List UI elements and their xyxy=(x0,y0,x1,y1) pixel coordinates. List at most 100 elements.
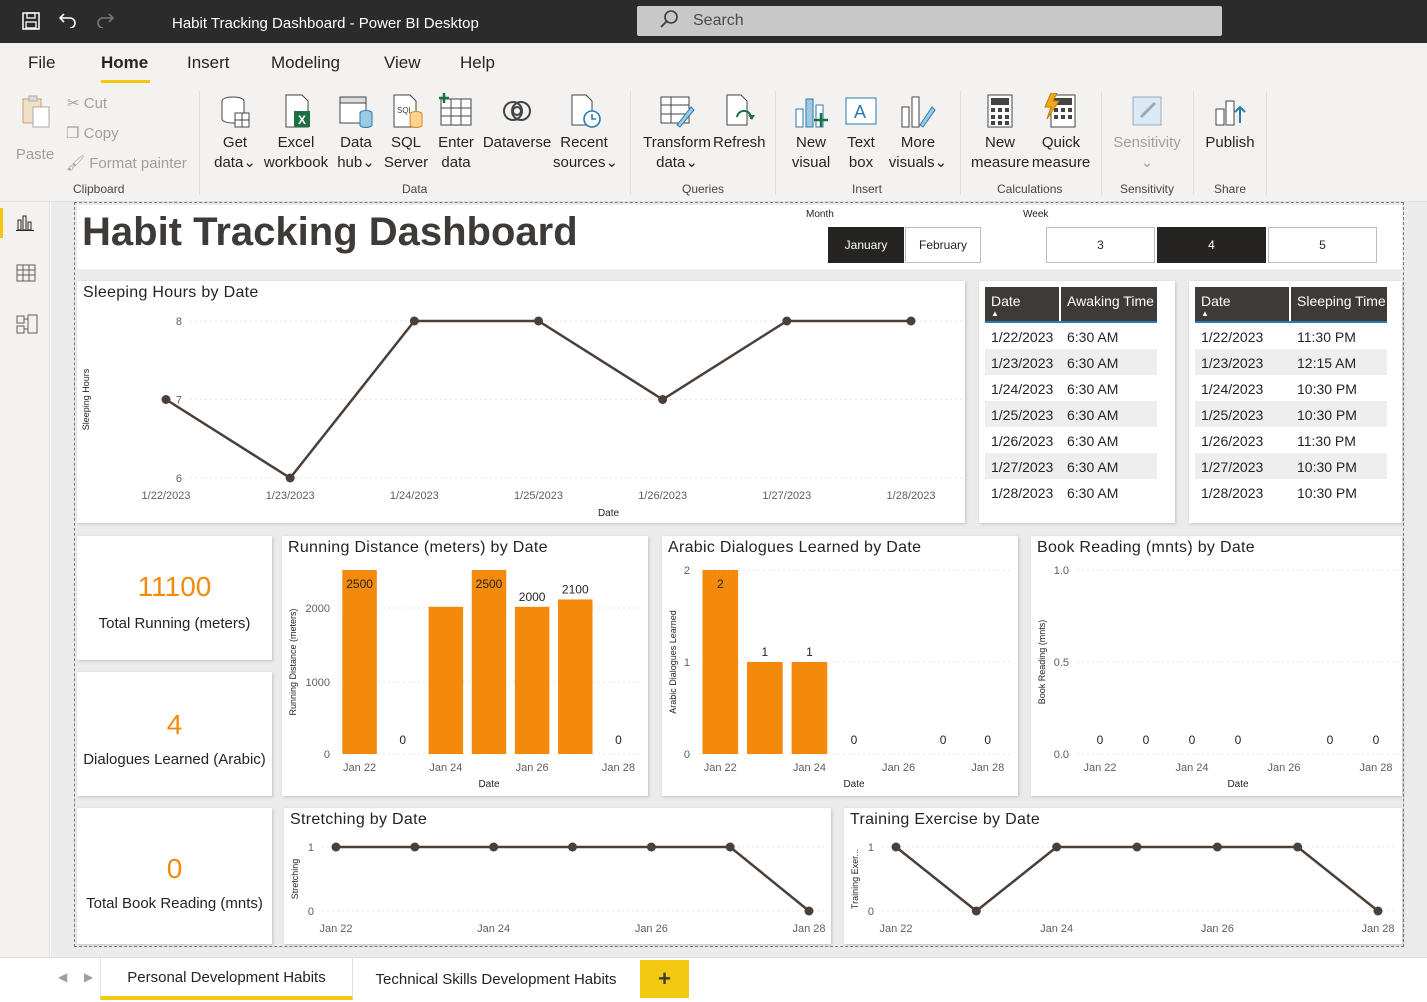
y-tick-label: 1 xyxy=(308,842,314,854)
sql-server-button[interactable]: SQL SQL Server xyxy=(383,93,429,173)
table-cell: 1/22/2023 xyxy=(991,329,1054,345)
publish-button[interactable]: Publish xyxy=(1203,93,1257,153)
table-header-cell[interactable]: Date ▲ xyxy=(985,287,1059,321)
data-hub-button[interactable]: Data hub⌄ xyxy=(334,93,378,173)
copy-button[interactable]: ❐ Copy xyxy=(66,124,119,142)
sleeping-hours-visual[interactable]: Sleeping Hours by Date 8 7 6 Sleeping Hours… xyxy=(77,281,965,523)
report-view-icon[interactable] xyxy=(16,214,34,237)
table-view-icon[interactable] xyxy=(16,264,36,287)
table-cell: 1/22/2023 xyxy=(1201,329,1264,345)
format-painter-button[interactable]: 🖌 Format painter xyxy=(66,154,187,172)
tab-view[interactable]: View xyxy=(384,53,421,73)
new-measure-button[interactable]: New measure xyxy=(971,93,1029,173)
table-header-cell[interactable]: Date ▲ xyxy=(1195,287,1289,321)
page-tab-personal[interactable]: Personal Development Habits xyxy=(100,958,353,1000)
sleeping-time-table[interactable]: Date ▲ Sleeping Time 1/22/2023 11:30 PM 1/23/… xyxy=(1189,281,1402,523)
month-option-february[interactable]: February xyxy=(905,227,981,263)
table-cell: 1/25/2023 xyxy=(991,407,1054,423)
quick-measure-button[interactable]: Quick measure xyxy=(1030,93,1092,173)
cut-button[interactable]: ✂ Cut xyxy=(67,94,107,112)
tab-file[interactable]: File xyxy=(28,53,55,73)
data-point xyxy=(534,316,543,326)
data-label: 0 xyxy=(1189,733,1196,747)
recent-sources-button[interactable]: Recent sources⌄ xyxy=(553,93,618,173)
chevron-down-icon: ⌄ xyxy=(362,154,375,171)
x-axis-label: Date xyxy=(478,779,500,790)
table-cell: 1/27/2023 xyxy=(991,459,1054,475)
undo-icon[interactable] xyxy=(58,10,78,33)
new-visual-button[interactable]: New visual xyxy=(789,93,833,173)
paste-button[interactable]: Paste xyxy=(12,93,58,163)
week-option-3[interactable]: 3 xyxy=(1046,227,1155,263)
ribbon: Paste ✂ Cut ❐ Copy 🖌 Format painter Clip… xyxy=(0,85,1427,202)
data-point xyxy=(725,842,735,852)
redo-icon[interactable] xyxy=(95,10,115,33)
sensitivity-icon xyxy=(1132,96,1162,126)
chevron-right-icon[interactable]: ▶ xyxy=(84,970,93,984)
week-option-4[interactable]: 4 xyxy=(1157,227,1266,263)
menu-bar: File Home Insert Modeling View Help xyxy=(0,43,1427,85)
data-point xyxy=(1052,842,1062,852)
running-distance-visual[interactable]: Running Distance (meters) by Date 2000 10… xyxy=(282,536,648,796)
data-label: 0 xyxy=(851,733,858,747)
sql-server-icon: SQL xyxy=(393,94,423,128)
table-grid-icon xyxy=(439,93,472,126)
add-page-button[interactable]: + xyxy=(640,960,689,998)
save-icon[interactable] xyxy=(22,12,40,35)
transform-line1: Transform xyxy=(643,134,711,151)
copy-label: Copy xyxy=(83,125,119,142)
transform-data-button[interactable]: Transform data⌄ xyxy=(642,93,712,173)
recent-line2: sources xyxy=(553,154,606,171)
running-distance-chart: 2000 1000 0 Running Distance (meters) Date Ja… xyxy=(288,570,640,790)
data-label: 0 xyxy=(1373,733,1380,747)
refresh-button[interactable]: Refresh xyxy=(713,93,766,153)
data-label: 2500 xyxy=(346,577,373,591)
window-title: Habit Tracking Dashboard - Power BI Desk… xyxy=(172,15,479,32)
chevron-down-icon: ⌄ xyxy=(934,154,948,171)
week-option-5[interactable]: 5 xyxy=(1268,227,1377,263)
get-data-button[interactable]: Get data⌄ xyxy=(212,93,258,173)
tab-help[interactable]: Help xyxy=(460,53,495,73)
kpi-total-running[interactable]: 11100 Total Running (meters) xyxy=(77,536,272,660)
series-line xyxy=(336,845,810,912)
dataverse-button[interactable]: Dataverse xyxy=(482,93,552,153)
tab-insert[interactable]: Insert xyxy=(187,53,230,73)
page-tab-technical[interactable]: Technical Skills Development Habits xyxy=(362,958,630,1000)
search-box[interactable]: Search xyxy=(637,6,1222,36)
bar xyxy=(791,662,828,754)
enter-data-button[interactable]: Enter data xyxy=(434,93,478,173)
series-line xyxy=(165,319,911,480)
refresh-icon xyxy=(726,94,755,126)
text-box-button[interactable]: A Text box xyxy=(839,93,883,173)
more-visuals-button[interactable]: More visuals⌄ xyxy=(886,93,950,173)
stretching-visual[interactable]: Stretching by Date 1 0 Stretching Jan 22 Jan… xyxy=(284,808,831,944)
month-option-january[interactable]: January xyxy=(828,227,904,263)
book-reading-visual[interactable]: Book Reading (mnts) by Date 1.0 0.5 0.0 Boo… xyxy=(1031,536,1402,796)
group-data: Data xyxy=(402,182,428,196)
transform-data-icon xyxy=(660,96,695,128)
model-view-icon[interactable] xyxy=(16,314,38,339)
data-point xyxy=(285,473,295,483)
table-header-cell[interactable]: Sleeping Time xyxy=(1291,287,1387,321)
svg-text:A: A xyxy=(854,102,866,122)
y-axis-label: Book Reading (mnts) xyxy=(1037,620,1047,705)
excel-workbook-button[interactable]: X Excel workbook xyxy=(262,93,330,173)
y-tick-label: 6 xyxy=(176,473,182,485)
text-box-icon: A xyxy=(845,97,877,125)
arabic-dialogues-visual[interactable]: Arabic Dialogues Learned by Date 2 1 0 Arab… xyxy=(662,536,1018,796)
table-cell: 6:30 AM xyxy=(1067,407,1119,423)
tab-modeling[interactable]: Modeling xyxy=(271,53,340,73)
kpi-dialogues-learned[interactable]: 4 Dialogues Learned (Arabic) xyxy=(77,672,272,796)
tab-home[interactable]: Home xyxy=(101,53,148,73)
chevron-left-icon[interactable]: ◀ xyxy=(58,970,67,984)
training-exercise-visual[interactable]: Training Exercise by Date 1 0 Training Exe… xyxy=(844,808,1402,944)
table-header-cell[interactable]: Awaking Time xyxy=(1061,287,1157,321)
table-row: 1/24/2023 10:30 PM xyxy=(1195,375,1387,401)
awaking-time-table[interactable]: Date ▲ Awaking Time 1/22/2023 6:30 AM 1/23/20… xyxy=(979,281,1175,523)
kpi-total-book-reading[interactable]: 0 Total Book Reading (mnts) xyxy=(77,808,272,944)
table-row: 1/25/2023 10:30 PM xyxy=(1195,401,1387,427)
more-visuals-line1: More xyxy=(900,134,936,151)
y-tick-label: 7 xyxy=(176,395,182,407)
y-tick-label: 2000 xyxy=(306,603,330,615)
sensitivity-button[interactable]: Sensitivity ⌄ xyxy=(1111,93,1183,173)
